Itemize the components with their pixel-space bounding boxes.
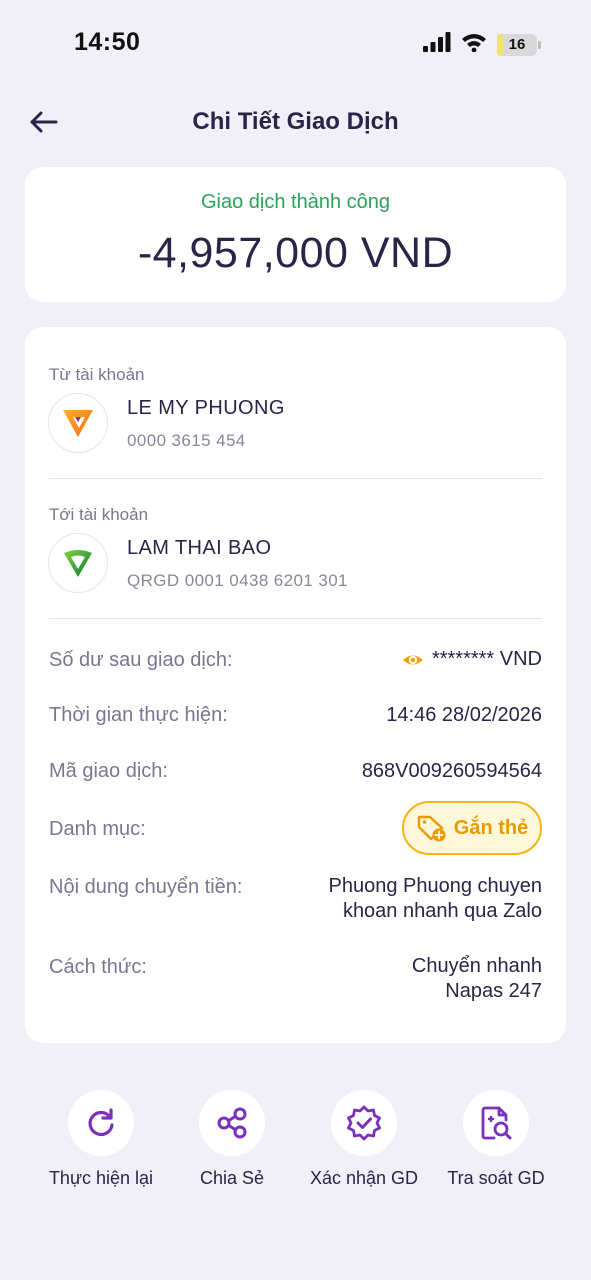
from-account-label: Từ tài khoản — [49, 365, 145, 384]
divider — [49, 478, 542, 479]
transaction-code-value: 868V009260594564 — [361, 760, 542, 782]
tag-add-icon — [417, 815, 446, 842]
battery-tip — [538, 40, 541, 49]
header: Chi Tiết Giao Dịch — [0, 96, 591, 148]
sender-account-number: 0000 3615 454 — [127, 431, 246, 450]
share-label: Chia Sẻ — [199, 1168, 265, 1188]
confirm-transaction-button[interactable]: Xác nhận GD — [299, 1090, 429, 1189]
transaction-amount: -4,957,000 VND — [137, 229, 454, 277]
method-line-1: Chuyển nhanh — [411, 955, 542, 977]
content-label: Nội dung chuyển tiền: — [49, 876, 243, 898]
sender-bank-logo-icon — [63, 410, 93, 437]
wifi-icon — [461, 32, 487, 57]
content-line-2: khoan nhanh qua Zalo — [342, 900, 542, 922]
balance-value: ******** VND — [402, 647, 542, 672]
refresh-icon — [88, 1108, 114, 1137]
sender-name: LE MY PHUONG — [127, 397, 285, 419]
page-title: Chi Tiết Giao Dịch — [192, 108, 399, 135]
method-label: Cách thức: — [49, 956, 147, 978]
transaction-code-label: Mã giao dịch: — [49, 760, 168, 782]
content-line-1: Phuong Phuong chuyen — [328, 875, 542, 897]
divider — [49, 618, 542, 619]
confirm-transaction-label: Xác nhận GD — [309, 1168, 419, 1188]
receiver-bank-logo — [48, 533, 108, 593]
redo-transaction-label: Thực hiện lại — [48, 1168, 154, 1188]
time-label: Thời gian thực hiện: — [49, 704, 228, 726]
to-account-label: Tới tài khoản — [49, 505, 149, 524]
content-value: Phuong Phuong chuyen khoan nhanh qua Zal… — [328, 874, 542, 924]
trace-transaction-button[interactable]: Tra soát GD — [431, 1090, 561, 1189]
category-label: Danh mục: — [49, 818, 146, 840]
trace-icon-circle — [463, 1090, 529, 1156]
status-time: 14:50 — [74, 28, 141, 56]
battery-indicator: 16 — [497, 33, 537, 56]
trace-transaction-label: Tra soát GD — [447, 1168, 545, 1188]
share-icon-circle — [199, 1090, 265, 1156]
redo-icon-circle — [68, 1090, 134, 1156]
summary-card: Giao dịch thành công -4,957,000 VND — [25, 167, 566, 302]
status-icons: 16 — [423, 32, 541, 57]
share-icon — [217, 1107, 247, 1139]
method-line-2: Napas 247 — [445, 980, 542, 1002]
receiver-bank-logo-icon — [64, 550, 92, 577]
share-button[interactable]: Chia Sẻ — [167, 1090, 297, 1189]
battery-level: 16 — [508, 36, 526, 53]
action-bar: Thực hiện lại Chia Sẻ Xác nhận GD Tra so… — [0, 1090, 591, 1200]
eye-icon[interactable] — [402, 649, 424, 671]
status-bar: 14:50 16 — [0, 0, 591, 88]
detail-card: Từ tài khoản LE MY PHUONG 0000 3615 454 … — [25, 327, 566, 1043]
battery-fill — [497, 33, 504, 56]
signal-icon — [423, 32, 451, 57]
method-value: Chuyển nhanh Napas 247 — [412, 954, 542, 1004]
transaction-status: Giao dịch thành công — [200, 191, 391, 213]
verified-badge-icon — [347, 1105, 381, 1141]
add-tag-button[interactable]: Gắn thẻ — [402, 801, 542, 855]
receiver-name: LAM THAI BAO — [127, 537, 272, 559]
time-value: 14:46 28/02/2026 — [386, 704, 542, 726]
add-tag-label: Gắn thẻ — [453, 816, 529, 839]
sender-bank-logo — [48, 393, 108, 453]
redo-transaction-button[interactable]: Thực hiện lại — [36, 1090, 166, 1189]
receiver-account-number: QRGD 0001 0438 6201 301 — [127, 571, 348, 590]
confirm-icon-circle — [331, 1090, 397, 1156]
transaction-detail-screen: 14:50 16 Chi Tiết Giao Dịch Giao dịch th… — [0, 0, 591, 1280]
balance-label: Số dư sau giao dịch: — [49, 649, 233, 671]
balance-hidden-value: ******** VND — [431, 648, 542, 670]
document-search-icon — [481, 1106, 512, 1140]
